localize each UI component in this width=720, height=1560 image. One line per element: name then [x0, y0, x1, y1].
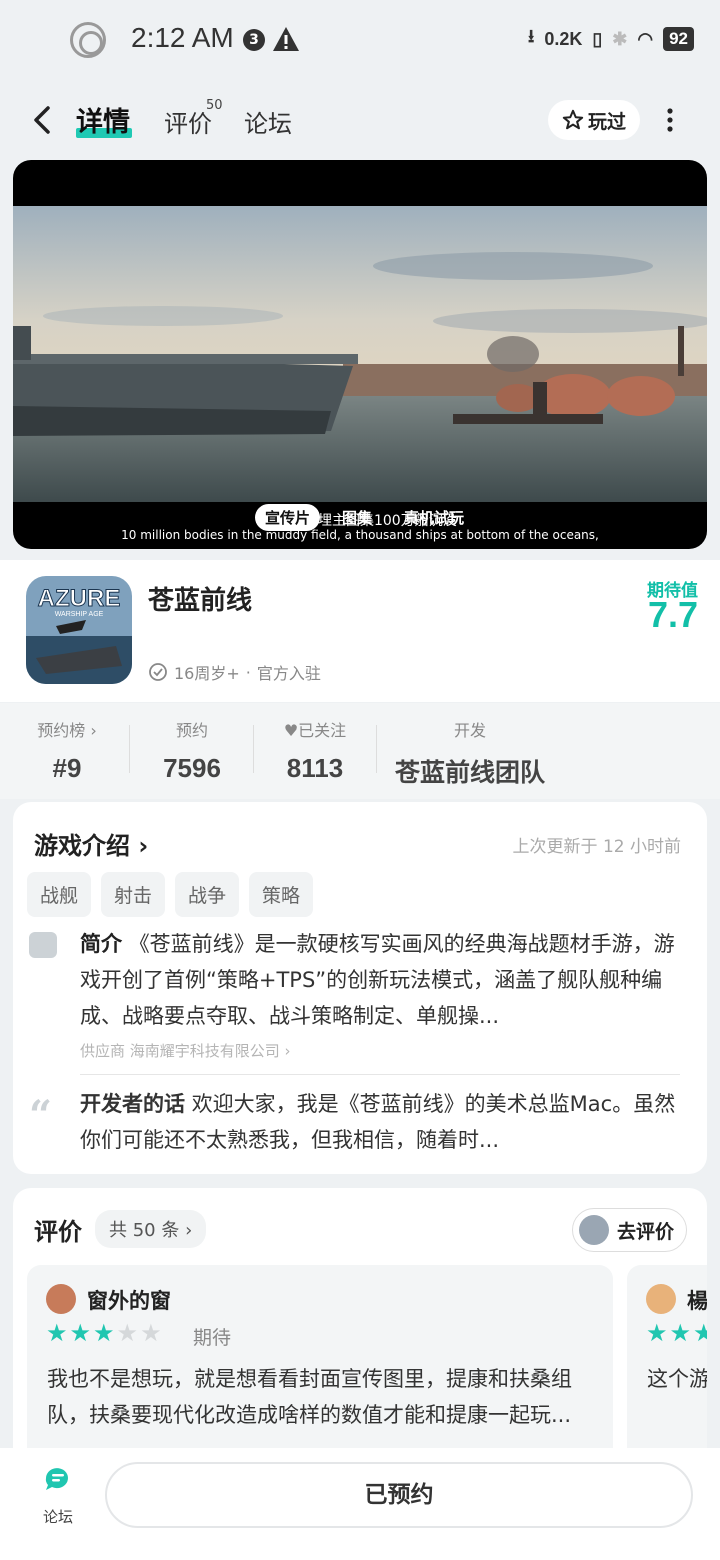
- promo-video-player[interactable]: 100万人埋主图集100万船沉没 10 million bodies in th…: [13, 160, 707, 549]
- section-divider: [80, 1074, 680, 1075]
- genre-tags: 战舰 射击 战争 策略: [27, 872, 314, 917]
- stats-row: 预约榜 › #9 预约 7596 ♥已关注 8113 开发 苍蓝前线团队: [0, 703, 720, 799]
- notification-badge: 3: [243, 29, 265, 51]
- review-text: 这个游没有后了: [647, 1367, 707, 1391]
- more-options-icon[interactable]: [660, 106, 680, 134]
- rating-stars: ★ ★ ★ ★ ★: [46, 1319, 162, 1347]
- game-meta: 16周岁+ · 官方入驻: [148, 660, 321, 684]
- updated-time: 上次更新于 12 小时前: [512, 837, 681, 857]
- game-app-icon: AZURE WARSHIP AGE: [26, 576, 132, 684]
- dev-label: 开发者的话: [80, 1092, 185, 1116]
- wifi-icon: ◠: [637, 28, 654, 49]
- back-arrow-icon[interactable]: [28, 102, 60, 138]
- battery-indicator: 92: [663, 27, 694, 51]
- write-review-button[interactable]: 去评价: [571, 1208, 687, 1252]
- video-frame-ship-scene: [13, 206, 707, 502]
- net-speed: 0.2K: [544, 28, 583, 49]
- stat-divider: [376, 725, 377, 773]
- stat-followed[interactable]: ♥已关注 8113: [270, 717, 360, 784]
- tab-details[interactable]: 详情: [76, 100, 130, 139]
- stat-divider: [253, 725, 254, 773]
- record-icon: [70, 22, 106, 58]
- tab-reviews[interactable]: 评价: [164, 104, 212, 139]
- quote-icon: “: [29, 1092, 53, 1139]
- stat-developer-value: 苍蓝前线团队: [394, 759, 545, 787]
- expect-score: 7.7: [647, 594, 698, 635]
- reviewer-avatar: [646, 1284, 676, 1314]
- desc-label: 简介: [80, 932, 122, 956]
- age-rating: 16周岁+: [174, 664, 240, 683]
- rating-stars: ★ ★ ★: [646, 1319, 707, 1347]
- game-intro-card: 游戏介绍 › 上次更新于 12 小时前 战舰 射击 战争 策略 简介 《苍蓝前线…: [13, 802, 707, 1174]
- intro-title[interactable]: 游戏介绍 ›: [34, 826, 148, 861]
- status-right: ⭳ 0.2K ▯ ✱ ◠ 92: [528, 24, 694, 54]
- star-filled-icon: ★: [693, 1319, 707, 1347]
- bluetooth-icon: ✱: [612, 28, 628, 49]
- star-outline-icon: [562, 109, 584, 130]
- stat-reservations-label: 预约: [175, 721, 208, 740]
- tag-shooting[interactable]: 射击: [101, 872, 166, 917]
- tab-forum[interactable]: 论坛: [244, 104, 292, 139]
- tag-war[interactable]: 战争: [175, 872, 240, 917]
- write-review-label: 去评价: [616, 1220, 674, 1243]
- status-bar: 2:12 AM 3 ⭳ 0.2K ▯ ✱ ◠ 92: [0, 0, 720, 80]
- desc-body: 《苍蓝前线》是一款硬核写实画风的经典海战题材手游，游戏开创了首例“策略+TPS”…: [80, 932, 675, 1028]
- stat-rank-label: 预约榜 ›: [37, 721, 97, 740]
- game-title: 苍蓝前线: [148, 586, 253, 616]
- reviewer-name: 窗外的窗: [87, 1289, 171, 1313]
- forum-label: 论坛: [42, 1508, 73, 1526]
- stat-rank-value: #9: [52, 753, 82, 783]
- star-filled-icon: ★: [646, 1319, 668, 1347]
- detail-header: 详情 评价 50 论坛 玩过: [0, 90, 720, 150]
- icon-logo-text: AZURE: [38, 585, 121, 612]
- review-count-sup: 50: [206, 98, 223, 113]
- star-filled-icon: ★: [46, 1319, 68, 1347]
- played-button[interactable]: 玩过: [548, 100, 640, 140]
- game-info-section: AZURE WARSHIP AGE 苍蓝前线 16周岁+ · 官方入驻 期待值 …: [0, 560, 720, 702]
- meta-dot: ·: [245, 662, 251, 682]
- icon-logo-subtext: WARSHIP AGE: [55, 611, 104, 618]
- forum-button[interactable]: 论坛: [36, 1464, 80, 1527]
- stat-rank[interactable]: 预约榜 › #9: [22, 717, 112, 784]
- bottom-action-bar: 论坛 已预约: [0, 1448, 720, 1560]
- stat-followed-label: ♥已关注: [283, 721, 347, 740]
- description-icon: [29, 932, 57, 958]
- reserved-button[interactable]: 已预约: [105, 1462, 693, 1528]
- media-tab-trailer[interactable]: 宣传片: [255, 504, 321, 531]
- status-time: 2:12 AM: [131, 22, 234, 53]
- game-description[interactable]: 简介 《苍蓝前线》是一款硬核写实画风的经典海战题材手游，游戏开创了首例“策略+T…: [80, 926, 680, 1034]
- stat-divider: [129, 725, 130, 773]
- played-label: 玩过: [587, 110, 626, 133]
- tag-strategy[interactable]: 策略: [249, 872, 314, 917]
- reviewer-name: 楊: [687, 1289, 707, 1313]
- stat-developer-label: 开发: [453, 721, 486, 740]
- vibrate-icon: ▯: [592, 28, 603, 49]
- reviews-count[interactable]: 共 50 条 ›: [95, 1210, 207, 1248]
- review-status: 期待: [193, 1327, 232, 1349]
- star-filled-icon: ★: [669, 1319, 692, 1347]
- chat-bubble-icon: [45, 1468, 68, 1490]
- star-empty-icon: ★: [116, 1319, 139, 1347]
- tag-warship[interactable]: 战舰: [27, 872, 92, 917]
- star-filled-icon: ★: [93, 1319, 115, 1347]
- official-label: 官方入驻: [256, 664, 321, 683]
- user-avatar: [578, 1215, 609, 1245]
- stat-reservations-value: 7596: [163, 753, 221, 783]
- developer-note[interactable]: 开发者的话 欢迎大家，我是《苍蓝前线》的美术总监Mac。虽然你们可能还不太熟悉我…: [80, 1086, 680, 1158]
- warning-icon: [273, 27, 299, 51]
- stat-followed-value: 8113: [286, 753, 344, 783]
- stat-reservations: 预约 7596: [146, 717, 238, 784]
- star-empty-icon: ★: [140, 1319, 162, 1347]
- reviews-title: 评价: [34, 1218, 82, 1246]
- media-tab-gallery[interactable]: 图集: [332, 504, 382, 531]
- supplier-link[interactable]: 供应商 海南耀宇科技有限公司 ›: [80, 1040, 291, 1061]
- download-speed-icon: ⭳: [528, 26, 535, 46]
- reviewer-avatar: [46, 1284, 76, 1314]
- stat-developer[interactable]: 开发 苍蓝前线团队: [390, 717, 550, 789]
- check-circle-icon: [149, 663, 167, 681]
- review-text: 我也不是想玩，就是想看看封面宣传图里，提康和扶桑组队，扶桑要现代化改造成啥样的数…: [47, 1367, 572, 1427]
- star-filled-icon: ★: [69, 1319, 92, 1347]
- media-tabs: 宣传片 图集 真机试玩: [255, 504, 474, 531]
- media-tab-gameplay[interactable]: 真机试玩: [394, 504, 474, 531]
